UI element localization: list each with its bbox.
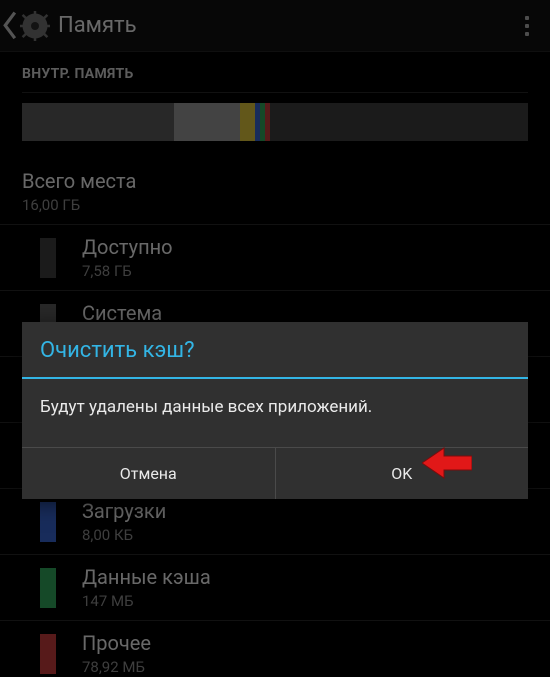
section-header-internal-storage: ВНУТР. ПАМЯТЬ <box>0 52 550 92</box>
overflow-menu-icon[interactable] <box>518 0 544 51</box>
storage-bar <box>0 93 550 159</box>
page-title: Память <box>58 13 518 38</box>
row-value: 7,58 ГБ <box>82 262 173 280</box>
storage-segment-pictures <box>240 103 255 141</box>
cancel-button[interactable]: Отмена <box>22 448 275 499</box>
color-swatch <box>40 502 56 542</box>
dialog-button-bar: Отмена OK <box>22 447 528 499</box>
total-value: 16,00 ГБ <box>22 196 136 214</box>
dialog-body: Будут удалены данные всех приложений. <box>22 379 528 447</box>
row-label: Прочее <box>82 631 151 656</box>
row-label: Данные кэша <box>82 565 211 590</box>
color-swatch <box>40 568 56 608</box>
total-label: Всего места <box>22 169 136 194</box>
storage-segment-system <box>22 103 174 141</box>
storage-row[interactable]: Прочее 78,92 МБ <box>0 621 550 677</box>
row-total: Всего места 16,00 ГБ <box>0 159 550 224</box>
row-value: 147 МБ <box>82 592 211 610</box>
storage-row[interactable]: Данные кэша 147 МБ <box>0 555 550 620</box>
row-value: 8,00 КБ <box>82 526 166 544</box>
row-label: Доступно <box>82 235 173 260</box>
back-icon[interactable] <box>2 0 18 51</box>
color-swatch <box>40 238 56 278</box>
dialog-title: Очистить кэш? <box>22 322 528 377</box>
color-swatch <box>40 634 56 674</box>
ok-button[interactable]: OK <box>275 448 529 499</box>
action-bar: Память <box>0 0 550 52</box>
storage-segment-misc <box>265 103 270 141</box>
dialog-clear-cache: Очистить кэш? Будут удалены данные всех … <box>22 322 528 499</box>
storage-row[interactable]: Доступно 7,58 ГБ <box>0 225 550 290</box>
settings-icon[interactable] <box>18 9 52 43</box>
row-label: Загрузки <box>82 499 166 524</box>
row-value: 78,92 МБ <box>82 658 151 676</box>
storage-segment-apps <box>174 103 240 141</box>
